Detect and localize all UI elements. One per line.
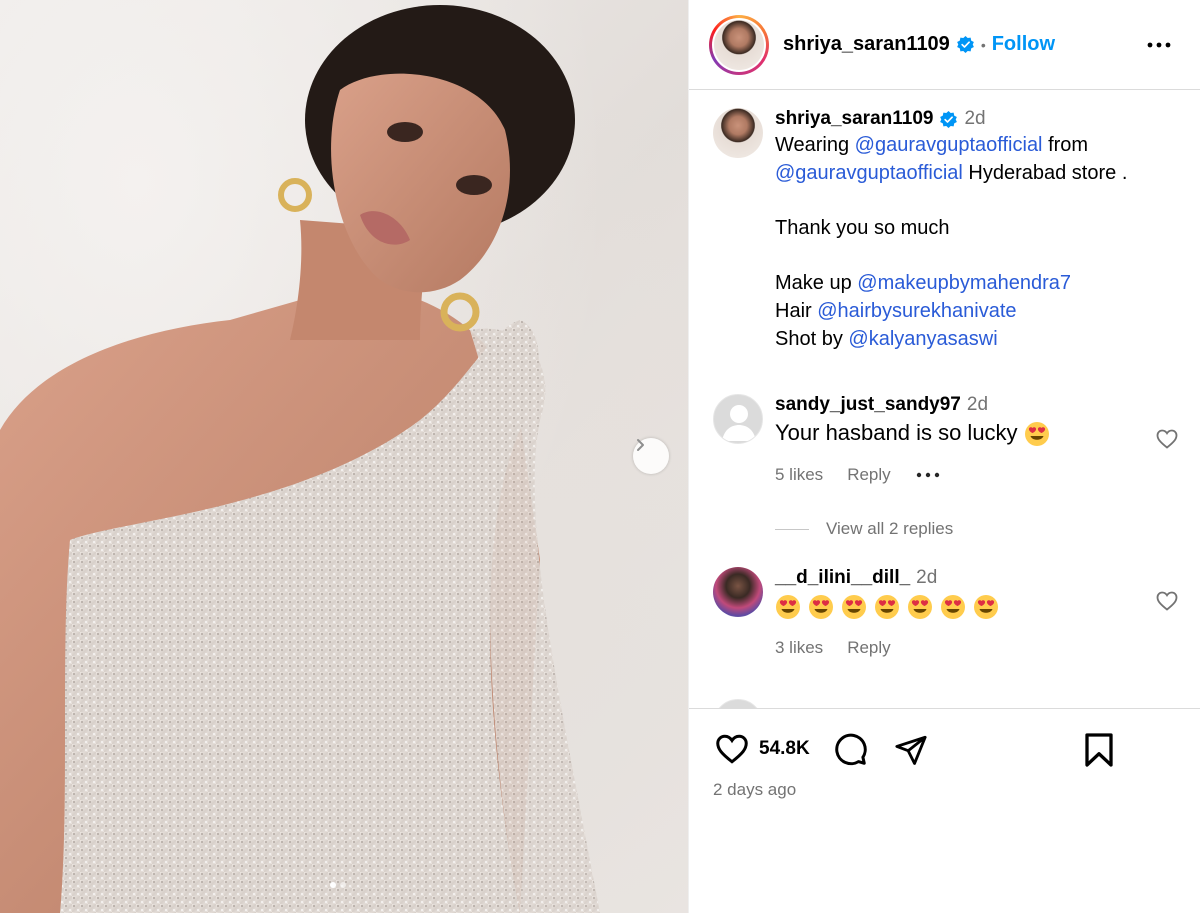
chevron-right-icon	[637, 439, 644, 451]
comments-section[interactable]: shriya_saran1109 2d Wearing @gauravgupta…	[689, 91, 1200, 708]
share-icon[interactable]	[894, 733, 928, 767]
mention-link[interactable]: @kalyanyasaswi	[848, 328, 997, 350]
view-replies-button[interactable]: View all 2 replies	[775, 519, 953, 539]
follow-button[interactable]: Follow	[992, 33, 1055, 56]
mention-link[interactable]: @gauravguptaofficial	[775, 162, 963, 184]
post-photo-illustration	[0, 5, 600, 913]
mention-link[interactable]: @hairbysurekhanivate	[817, 300, 1016, 322]
comment-username[interactable]: __d_ilini__dill_	[775, 567, 910, 588]
heart-eyes-emoji	[874, 594, 900, 620]
comment-text-content: Your hasband is so lucky	[775, 420, 1018, 445]
post-actions: 54.8K 2 days ago	[689, 708, 1200, 913]
heart-icon[interactable]	[713, 731, 751, 767]
heart-eyes-emoji	[907, 594, 933, 620]
author-avatar[interactable]	[709, 14, 769, 75]
heart-eyes-emoji	[1024, 421, 1050, 447]
carousel-dot	[340, 882, 346, 888]
heart-icon[interactable]	[1155, 589, 1179, 613]
comment-time: 2d	[966, 394, 989, 415]
comment-text: Your hasband is so lucky	[775, 420, 1175, 447]
verified-badge-icon	[940, 111, 958, 129]
carousel-next-button[interactable]	[633, 438, 669, 474]
heart-eyes-emoji	[808, 594, 834, 620]
view-replies-label: View all 2 replies	[826, 519, 954, 538]
post-timestamp: 2 days ago	[713, 780, 797, 799]
post-header: shriya_saran1109 • Follow	[689, 0, 1200, 90]
caption-text-segment: Hyderabad store .	[962, 161, 1128, 184]
caption-credit-label: Shot by	[775, 327, 849, 350]
caption-text-segment: from	[1042, 134, 1089, 156]
heart-eyes-emoji	[775, 594, 801, 620]
reply-button[interactable]: Reply	[847, 465, 890, 485]
heart-eyes-emoji	[841, 594, 867, 620]
comment-emojis	[1024, 420, 1057, 447]
author-username[interactable]: shriya_saran1109	[783, 33, 950, 56]
view-replies-divider	[775, 528, 809, 530]
caption-username[interactable]: shriya_saran1109	[775, 108, 933, 129]
mention-link[interactable]: @gauravguptaofficial	[855, 134, 1043, 156]
post-photo[interactable]	[0, 0, 688, 913]
caption-text: Wearing @gauravguptaofficial from @gaura…	[775, 132, 1175, 354]
heart-eyes-emoji	[973, 594, 999, 620]
default-avatar[interactable]	[713, 394, 763, 444]
user-silhouette-icon	[722, 405, 756, 441]
header-separator: •	[980, 36, 986, 53]
heart-eyes-emoji	[940, 594, 966, 620]
post-side-panel: shriya_saran1109 • Follow shriya_saran11…	[688, 0, 1200, 913]
more-options-icon[interactable]	[1146, 32, 1172, 58]
comment-likes[interactable]: 3 likes	[775, 638, 823, 658]
verified-badge-icon	[956, 35, 974, 54]
carousel-indicator	[330, 882, 346, 888]
caption-credit-label: Hair	[775, 300, 818, 323]
comment-icon[interactable]	[832, 731, 868, 767]
comment-text	[775, 593, 1175, 620]
heart-icon[interactable]	[1155, 427, 1179, 451]
comment-username[interactable]: sandy_just_sandy97	[775, 394, 961, 415]
reply-button[interactable]: Reply	[847, 638, 890, 658]
comment-more-icon[interactable]	[915, 471, 941, 479]
bookmark-icon[interactable]	[1083, 732, 1115, 768]
caption-text-segment: Wearing	[775, 134, 855, 156]
like-count[interactable]: 54.8K	[759, 738, 810, 760]
commenter-avatar[interactable]	[713, 699, 763, 708]
comment-likes[interactable]: 5 likes	[775, 465, 823, 485]
caption-thanks: Thank you so much	[775, 217, 950, 240]
carousel-dot	[330, 882, 336, 888]
mention-link[interactable]: @makeupbymahendra7	[857, 272, 1071, 294]
caption-time: 2d	[964, 108, 986, 129]
caption-author-avatar[interactable]	[713, 108, 763, 158]
commenter-avatar[interactable]	[713, 567, 763, 617]
comment-time: 2d	[916, 567, 938, 588]
caption-credit-label: Make up	[775, 272, 858, 295]
comment-emojis	[775, 593, 1006, 620]
